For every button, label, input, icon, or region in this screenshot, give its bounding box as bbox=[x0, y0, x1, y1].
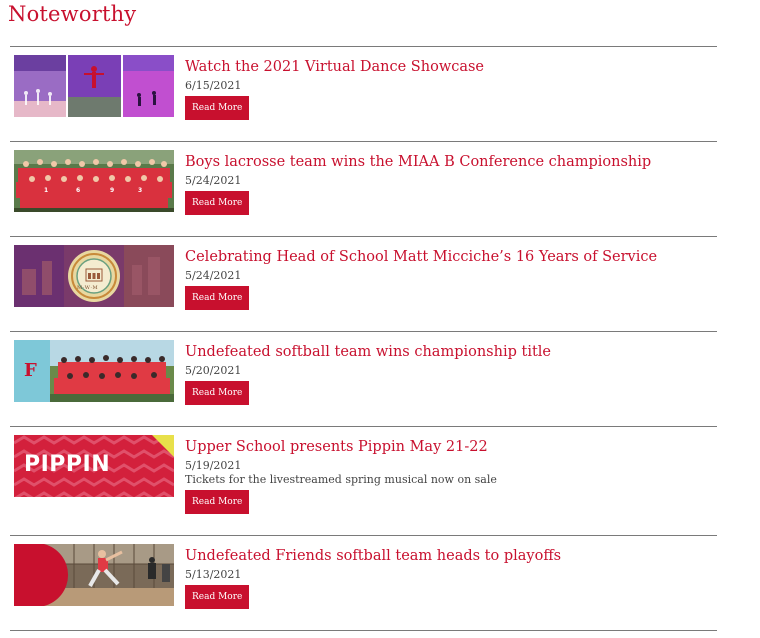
read-more-button[interactable]: Read More bbox=[185, 96, 250, 120]
noteworthy-section: Noteworthy Watch the 2021 Virtual Dance … bbox=[0, 0, 760, 638]
lacrosse-team-image[interactable]: 1693 bbox=[14, 150, 174, 212]
read-more-button[interactable]: Read More bbox=[185, 490, 250, 514]
seal-initials: M·W·M bbox=[77, 285, 99, 291]
news-item-headline[interactable]: Boys lacrosse team wins the MIAA B Confe… bbox=[185, 152, 651, 172]
softball-team-image-graphic: F bbox=[14, 340, 174, 402]
news-item: PIPPIN Upper School presents Pippin May … bbox=[10, 426, 717, 535]
news-item-text: Undefeated softball team wins championsh… bbox=[185, 340, 551, 405]
section-title: Noteworthy bbox=[8, 2, 137, 26]
svg-text:F: F bbox=[24, 360, 37, 381]
news-item-date: 5/19/2021 bbox=[185, 459, 242, 472]
news-item: 1693 Boys lacrosse team wins the MIAA B … bbox=[10, 141, 717, 236]
news-item-description: Tickets for the livestreamed spring musi… bbox=[185, 473, 497, 486]
news-item-text: Celebrating Head of School Matt Micciche… bbox=[185, 245, 657, 310]
news-item-text: Upper School presents Pippin May 21-22 5… bbox=[185, 435, 497, 514]
read-more-button[interactable]: Read More bbox=[185, 286, 250, 310]
news-item-date: 6/15/2021 bbox=[185, 79, 242, 92]
news-item-headline[interactable]: Undefeated softball team wins championsh… bbox=[185, 342, 551, 362]
softball-pitcher-image[interactable] bbox=[14, 544, 174, 606]
dance-showcase-image[interactable] bbox=[14, 55, 174, 117]
read-more-button[interactable]: Read More bbox=[185, 585, 250, 609]
list-bottom-divider bbox=[10, 630, 717, 631]
news-item-text: Watch the 2021 Virtual Dance Showcase 6/… bbox=[185, 55, 484, 120]
news-item: Undefeated Friends softball team heads t… bbox=[10, 535, 717, 630]
read-more-button[interactable]: Read More bbox=[185, 381, 250, 405]
svg-text:6: 6 bbox=[76, 187, 80, 194]
news-item-date: 5/24/2021 bbox=[185, 269, 242, 282]
news-item: Watch the 2021 Virtual Dance Showcase 6/… bbox=[10, 46, 717, 141]
pippin-banner-image[interactable]: PIPPIN bbox=[14, 435, 174, 497]
news-item-text: Boys lacrosse team wins the MIAA B Confe… bbox=[185, 150, 651, 215]
read-more-button[interactable]: Read More bbox=[185, 191, 250, 215]
pippin-banner-text: PIPPIN bbox=[24, 452, 111, 477]
news-item: F Undefeated softball team wins champion… bbox=[10, 331, 717, 426]
svg-text:9: 9 bbox=[110, 187, 114, 194]
news-list: Watch the 2021 Virtual Dance Showcase 6/… bbox=[10, 46, 717, 631]
news-item-date: 5/20/2021 bbox=[185, 364, 242, 377]
softball-pitcher-graphic bbox=[14, 544, 174, 606]
dance-showcase-image-graphic bbox=[14, 55, 174, 117]
news-item-headline[interactable]: Watch the 2021 Virtual Dance Showcase bbox=[185, 57, 484, 77]
school-seal-image-graphic bbox=[14, 245, 174, 307]
svg-text:1: 1 bbox=[44, 187, 48, 194]
lacrosse-team-image-graphic: 1693 bbox=[14, 150, 174, 212]
school-seal-image[interactable]: M·W·M bbox=[14, 245, 174, 307]
svg-text:3: 3 bbox=[138, 187, 142, 194]
softball-team-image[interactable]: F bbox=[14, 340, 174, 402]
news-item-headline[interactable]: Celebrating Head of School Matt Micciche… bbox=[185, 247, 657, 267]
news-item: M·W·M Celebrating Head of School Matt Mi… bbox=[10, 236, 717, 331]
news-item-headline[interactable]: Upper School presents Pippin May 21-22 bbox=[185, 437, 497, 457]
news-item-date: 5/13/2021 bbox=[185, 568, 242, 581]
news-item-text: Undefeated Friends softball team heads t… bbox=[185, 544, 561, 609]
news-item-date: 5/24/2021 bbox=[185, 174, 242, 187]
news-item-headline[interactable]: Undefeated Friends softball team heads t… bbox=[185, 546, 561, 566]
